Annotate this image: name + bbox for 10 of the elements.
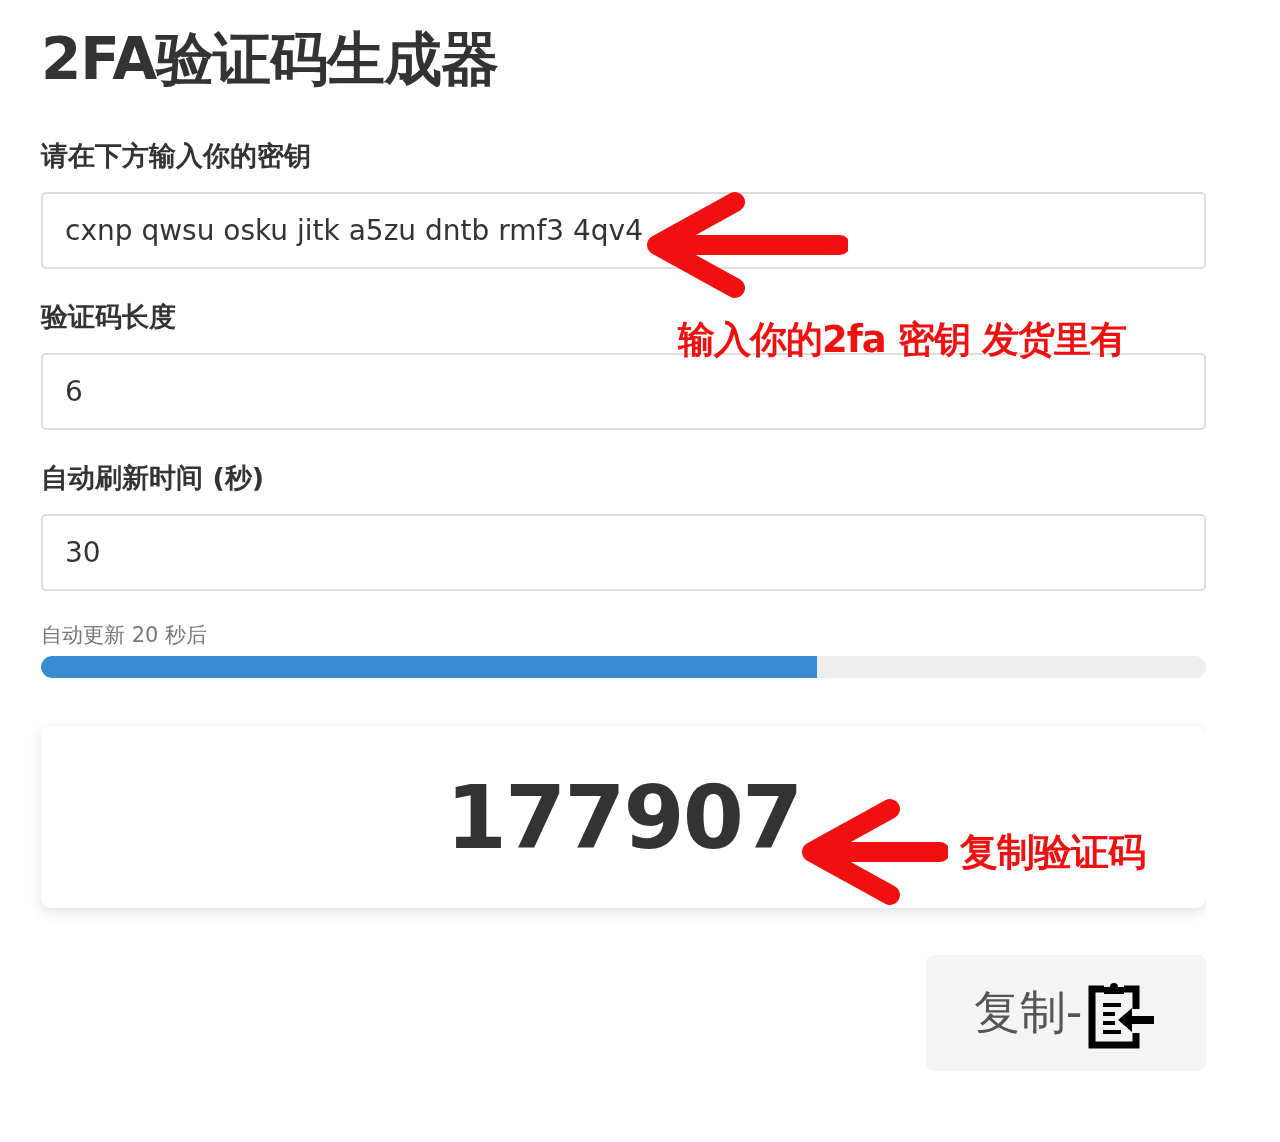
input-field[interactable]: cxnp qwsu osku jitk a5zu dntb rmf3 4qv4: [41, 192, 1206, 269]
countdown-text: 自动更新 20 秒后: [41, 622, 209, 649]
input-field[interactable]: 30: [41, 514, 1206, 591]
field-label: 自动刷新时间 (秒): [41, 461, 266, 495]
annotation-text: 复制验证码: [960, 828, 1145, 876]
copy-button[interactable]: 复制-: [926, 955, 1206, 1071]
verification-code: 177907: [445, 765, 802, 869]
field-label: 验证码长度: [41, 300, 177, 334]
field-label: 请在下方输入你的密钥: [41, 139, 312, 173]
page-title: 2FA验证码生成器: [41, 24, 500, 95]
